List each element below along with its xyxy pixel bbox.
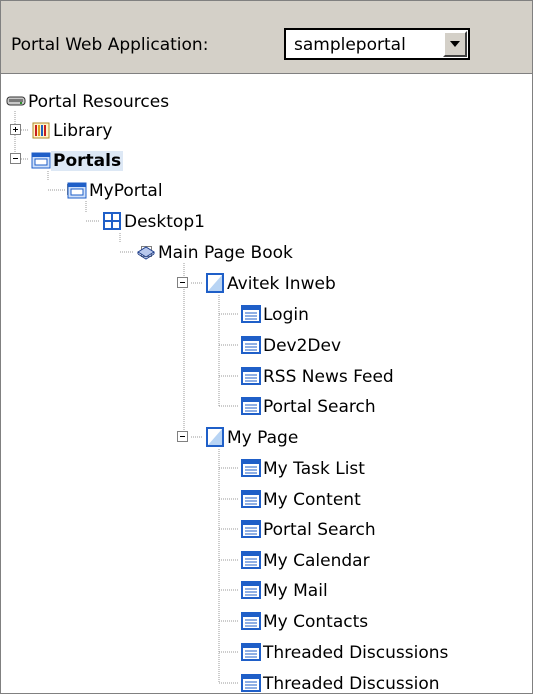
page-icon <box>206 273 224 293</box>
portlet-window-icon <box>241 674 261 692</box>
collapse-avitek-page-toggle[interactable] <box>177 277 188 288</box>
tree-label: Dev2Dev <box>263 336 342 356</box>
collapse-portals-toggle[interactable] <box>10 153 21 164</box>
book-icon <box>137 246 155 260</box>
portlet-window-icon <box>241 459 261 477</box>
portal-folder-icon <box>67 182 87 199</box>
tree-label: Main Page Book <box>158 243 293 263</box>
portal-app-select-value: sampleportal <box>294 35 406 55</box>
tree-label: Avitek Inweb <box>227 274 336 294</box>
tree-label: Portal Resources <box>28 92 170 112</box>
portal-resources-panel: Portal Web Application: sampleportal Por… <box>0 0 533 694</box>
portal-app-select[interactable]: sampleportal <box>284 28 470 60</box>
portlet-window-icon <box>241 305 261 323</box>
tree-label: Library <box>53 121 113 141</box>
portlet-window-icon <box>241 336 261 354</box>
portlet-window-icon <box>241 397 261 415</box>
expand-library-toggle[interactable] <box>10 124 21 135</box>
tree-label: My Calendar <box>263 551 370 571</box>
portal-folder-icon <box>31 152 51 169</box>
server-icon <box>6 96 26 106</box>
library-books-icon <box>32 122 50 139</box>
resource-tree: Portal Resources Library Portals MyPorta… <box>1 73 532 693</box>
tree-label: Threaded Discussion <box>263 674 440 694</box>
tree-label: Portal Search <box>263 520 376 540</box>
select-dropdown-button[interactable] <box>443 31 467 57</box>
portal-app-label: Portal Web Application: <box>11 35 209 55</box>
collapse-my-page-toggle[interactable] <box>177 431 188 442</box>
tree-label: My Content <box>263 490 361 510</box>
tree-label: My Task List <box>263 459 365 479</box>
tree-label: Portal Search <box>263 397 376 417</box>
tree-label: Login <box>263 305 309 325</box>
page-icon <box>206 427 224 447</box>
portlet-window-icon <box>241 643 261 661</box>
tree-label: MyPortal <box>89 181 163 201</box>
header-bar: Portal Web Application: sampleportal <box>1 1 532 74</box>
portlet-window-icon <box>241 367 261 385</box>
desktop-grid-icon <box>103 212 121 230</box>
tree-label: My Mail <box>263 581 328 601</box>
tree-label: My Page <box>227 428 299 448</box>
portlet-window-icon <box>241 490 261 508</box>
portlet-window-icon <box>241 612 261 630</box>
tree-label: My Contacts <box>263 612 369 632</box>
tree-label: RSS News Feed <box>263 367 394 387</box>
tree-label: Threaded Discussions <box>263 643 449 663</box>
portlet-window-icon <box>241 581 261 599</box>
portlet-window-icon <box>241 520 261 538</box>
tree-label: Portals <box>51 151 124 171</box>
chevron-down-icon <box>450 41 460 47</box>
tree-label: Desktop1 <box>124 212 205 232</box>
portlet-window-icon <box>241 551 261 569</box>
